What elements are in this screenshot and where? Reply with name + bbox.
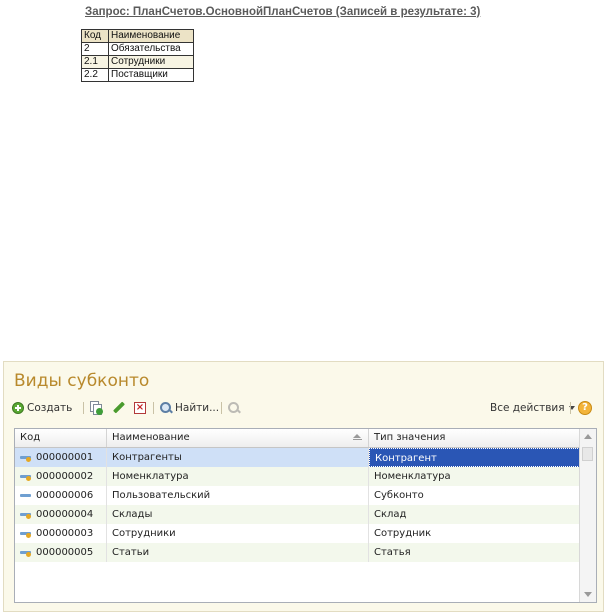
cell-name[interactable]: Номенклатура — [107, 467, 369, 486]
find-button[interactable]: Найти... — [160, 400, 219, 416]
all-actions-button[interactable]: Все действия — [490, 400, 575, 416]
report-header-code: Код — [81, 29, 109, 43]
table-row[interactable]: 000000003 Сотрудники Сотрудник — [15, 524, 580, 543]
code-value: 000000002 — [36, 471, 94, 482]
report-header-name: Наименование — [108, 29, 194, 43]
report-cell-name: Поставщики — [108, 68, 194, 82]
pencil-icon — [112, 402, 125, 415]
item-icon — [20, 491, 32, 499]
cell-value-type[interactable]: Склад — [369, 505, 580, 524]
column-header-code[interactable]: Код — [15, 429, 107, 447]
help-button[interactable]: ? — [578, 400, 592, 416]
report-cell-name: Сотрудники — [108, 55, 194, 69]
edit-button[interactable] — [112, 400, 125, 416]
code-value: 000000005 — [36, 547, 94, 558]
table-body: 000000001 Контрагенты Контрагент 0000000… — [15, 448, 580, 562]
table-row[interactable]: 000000004 Склады Склад — [15, 505, 580, 524]
delete-button[interactable]: × — [134, 400, 146, 416]
column-header-value-type[interactable]: Тип значения — [369, 429, 580, 447]
help-icon: ? — [578, 401, 592, 415]
cell-code[interactable]: 000000004 — [15, 505, 107, 524]
report-row: 2.2 Поставщики — [81, 68, 194, 82]
toolbar-separator — [153, 402, 154, 414]
report-cell-name: Обязательства — [108, 42, 194, 56]
item-with-subordinate-icon — [20, 510, 32, 519]
scroll-thumb[interactable] — [582, 447, 593, 461]
report-row: 2 Обязательства — [81, 42, 194, 56]
sort-ascending-icon — [353, 434, 362, 441]
cell-value-type[interactable]: Контрагент — [369, 448, 580, 467]
column-header-name-label: Наименование — [112, 432, 190, 443]
code-value: 000000001 — [36, 452, 94, 463]
search-icon — [160, 402, 172, 414]
scroll-up-icon[interactable] — [584, 434, 592, 439]
cell-name[interactable]: Сотрудники — [107, 524, 369, 543]
report-cell-code: 2.2 — [81, 68, 109, 82]
report-cell-code: 2 — [81, 42, 109, 56]
copy-icon — [90, 401, 103, 415]
code-value: 000000004 — [36, 509, 94, 520]
cell-name[interactable]: Контрагенты — [107, 448, 369, 467]
toolbar: Создать × Найти... Все действия ? — [12, 398, 597, 418]
toolbar-separator — [83, 402, 84, 414]
cell-code[interactable]: 000000001 — [15, 448, 107, 467]
all-actions-label: Все действия — [490, 402, 565, 414]
cell-value-type[interactable]: Статья — [369, 543, 580, 562]
table-row[interactable]: 000000006 Пользовательский Субконто — [15, 486, 580, 505]
report-title: Запрос: ПланСчетов.ОсновнойПланСчетов (З… — [85, 6, 481, 18]
code-value: 000000006 — [36, 490, 94, 501]
column-header-name[interactable]: Наименование — [107, 429, 369, 447]
report-table: Код Наименование 2 Обязательства 2.1 Сот… — [81, 29, 194, 82]
table-row[interactable]: 000000005 Статьи Статья — [15, 543, 580, 562]
create-button[interactable]: Создать — [12, 400, 72, 416]
table-header: Код Наименование Тип значения — [15, 429, 580, 448]
cell-name[interactable]: Статьи — [107, 543, 369, 562]
cell-name[interactable]: Пользовательский — [107, 486, 369, 505]
cell-value-type[interactable]: Номенклатура — [369, 467, 580, 486]
copy-button[interactable] — [90, 400, 103, 416]
cancel-search-button[interactable] — [228, 400, 241, 416]
cell-value-type[interactable]: Сотрудник — [369, 524, 580, 543]
subconto-types-form: Виды субконто Создать × Найти... Все дей… — [3, 361, 604, 612]
item-with-subordinate-icon — [20, 453, 32, 462]
cancel-search-icon — [228, 401, 241, 415]
item-with-subordinate-icon — [20, 548, 32, 557]
cell-code[interactable]: 000000002 — [15, 467, 107, 486]
cell-name[interactable]: Склады — [107, 505, 369, 524]
toolbar-separator — [570, 402, 571, 414]
toolbar-separator — [221, 402, 222, 414]
report-cell-code: 2.1 — [81, 55, 109, 69]
cell-code[interactable]: 000000006 — [15, 486, 107, 505]
delete-icon: × — [134, 402, 146, 414]
form-title: Виды субконто — [14, 371, 150, 391]
find-label: Найти... — [175, 402, 220, 414]
scroll-down-icon[interactable] — [584, 592, 592, 597]
report-header-row: Код Наименование — [81, 29, 194, 43]
cell-code[interactable]: 000000005 — [15, 543, 107, 562]
table-row[interactable]: 000000002 Номенклатура Номенклатура — [15, 467, 580, 486]
cell-value-type[interactable]: Субконто — [369, 486, 580, 505]
code-value: 000000003 — [36, 528, 94, 539]
create-label: Создать — [27, 402, 73, 414]
item-with-subordinate-icon — [20, 472, 32, 481]
cell-code[interactable]: 000000003 — [15, 524, 107, 543]
item-with-subordinate-icon — [20, 529, 32, 538]
subconto-types-table[interactable]: Код Наименование Тип значения 000000001 … — [14, 428, 597, 603]
vertical-scrollbar[interactable] — [579, 429, 596, 602]
table-row[interactable]: 000000001 Контрагенты Контрагент — [15, 448, 580, 467]
report-row: 2.1 Сотрудники — [81, 55, 194, 69]
create-icon — [12, 402, 24, 414]
